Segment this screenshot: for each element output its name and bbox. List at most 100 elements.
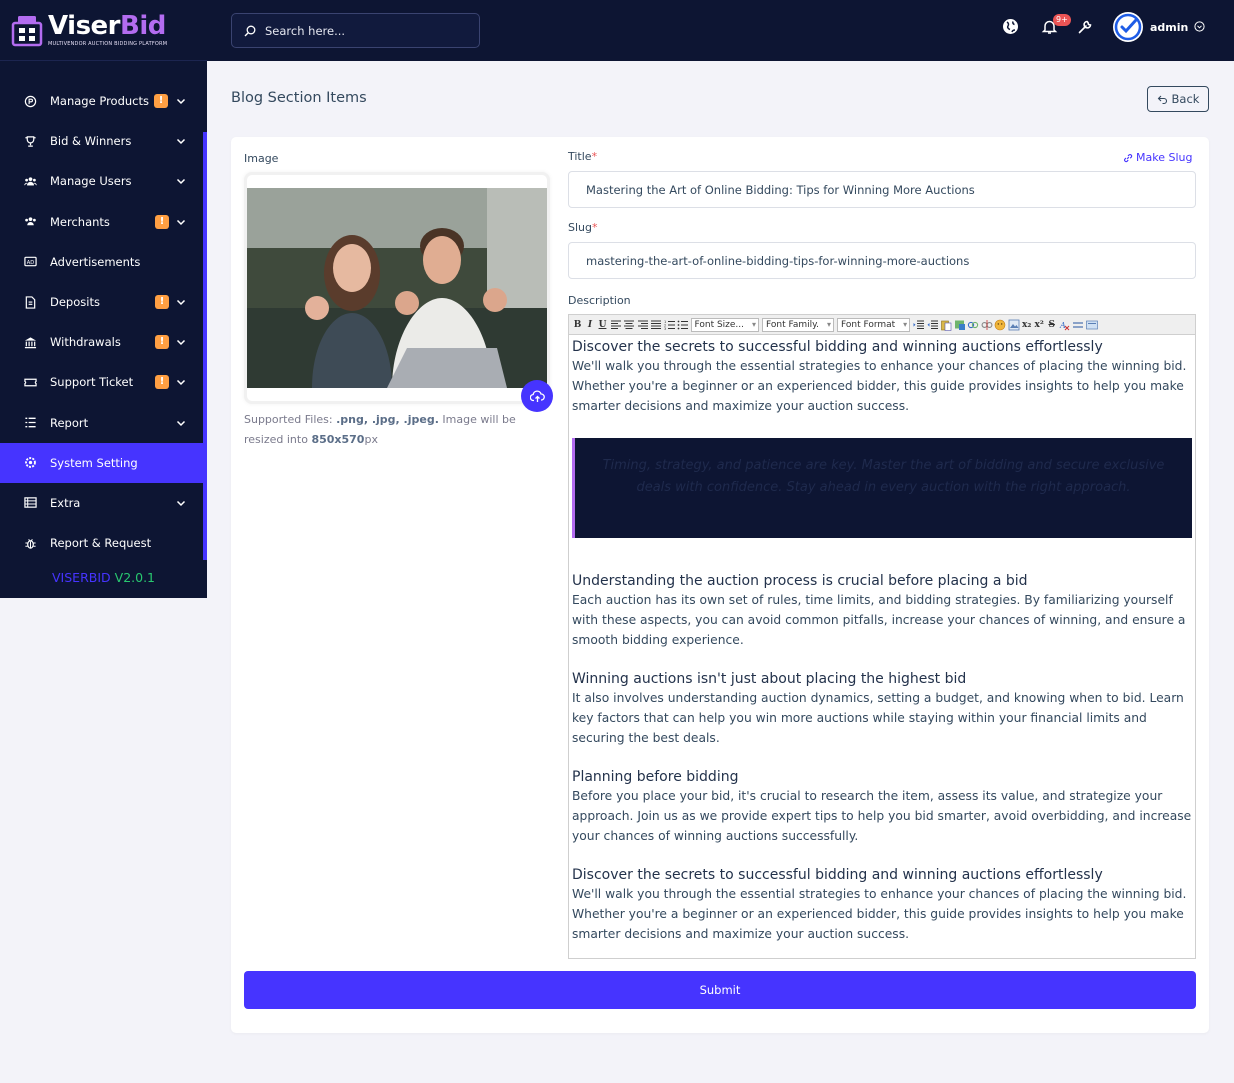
bold-button[interactable]: B bbox=[572, 319, 583, 330]
wrench-icon[interactable] bbox=[1076, 17, 1094, 35]
indent-icon[interactable] bbox=[913, 319, 925, 331]
html-source-icon[interactable] bbox=[1085, 319, 1098, 331]
chevron-down-icon bbox=[176, 219, 186, 225]
check-avatar-icon bbox=[1114, 13, 1142, 41]
ad-icon: AD bbox=[23, 255, 37, 269]
font-format-select[interactable]: Font Format bbox=[837, 317, 911, 332]
align-left-icon[interactable] bbox=[610, 319, 622, 331]
image-insert-icon[interactable] bbox=[954, 319, 966, 331]
avatar[interactable] bbox=[1113, 12, 1143, 42]
sidebar-item-support-ticket[interactable]: Support Ticket ! bbox=[0, 362, 207, 402]
sidebar-item-manage-users[interactable]: Manage Users bbox=[0, 161, 207, 201]
chevron-down-icon bbox=[176, 500, 186, 506]
brand-logo[interactable]: ViserBid MULTIVENDOR AUCTION BIDDING PLA… bbox=[0, 0, 207, 61]
rich-text-editor[interactable]: B I U 123 Font Size... Font Family. Font… bbox=[568, 314, 1196, 959]
unlink-icon[interactable] bbox=[981, 319, 993, 331]
strikethrough-button[interactable]: S bbox=[1046, 319, 1057, 330]
merchants-icon bbox=[23, 215, 37, 229]
warning-badge: ! bbox=[155, 294, 169, 309]
sidebar-item-manage-products[interactable]: Manage Products ! bbox=[0, 81, 207, 121]
server-icon bbox=[23, 496, 37, 510]
settings-icon bbox=[23, 456, 37, 470]
align-justify-icon[interactable] bbox=[650, 319, 662, 331]
sidebar-item-extra[interactable]: Extra bbox=[0, 483, 207, 523]
blog-form-card: Image Supported Files: .png, .jpg, .jpeg… bbox=[231, 137, 1209, 1033]
trophy-icon bbox=[23, 134, 37, 148]
sidebar-item-advertisements[interactable]: AD Advertisements bbox=[0, 242, 207, 282]
search-box[interactable] bbox=[231, 13, 480, 48]
back-button[interactable]: Back bbox=[1147, 86, 1209, 112]
align-right-icon[interactable] bbox=[637, 319, 649, 331]
users-icon bbox=[23, 174, 37, 188]
sidebar-item-label: Manage Users bbox=[50, 174, 132, 189]
sidebar-item-system-setting[interactable]: System Setting bbox=[0, 442, 207, 483]
description-label: Description bbox=[568, 294, 631, 307]
slug-input[interactable] bbox=[568, 242, 1196, 279]
sidebar-item-label: Report bbox=[50, 415, 89, 430]
chevron-down-icon bbox=[176, 179, 186, 185]
editor-toolbar: B I U 123 Font Size... Font Family. Font… bbox=[569, 315, 1195, 335]
product-icon bbox=[23, 94, 37, 108]
chevron-down-circle-icon[interactable] bbox=[1194, 21, 1205, 32]
content-paragraph: Before you place your bid, it's crucial … bbox=[572, 789, 1192, 843]
auction-logo-icon bbox=[11, 16, 43, 47]
sidebar-item-label: Bid & Winners bbox=[50, 134, 132, 149]
back-button-label: Back bbox=[1171, 92, 1200, 106]
font-size-select[interactable]: Font Size... bbox=[690, 317, 760, 332]
horizontal-rule-icon[interactable] bbox=[1072, 319, 1084, 331]
content-heading: Discover the secrets to successful biddi… bbox=[572, 867, 1103, 883]
ordered-list-icon[interactable]: 123 bbox=[664, 319, 676, 331]
warning-badge: ! bbox=[155, 214, 169, 229]
upload-image-button[interactable] bbox=[521, 380, 553, 412]
font-family-select[interactable]: Font Family. bbox=[762, 317, 835, 332]
bug-icon bbox=[23, 536, 37, 550]
sidebar-item-label: Advertisements bbox=[50, 254, 141, 269]
svg-text:3: 3 bbox=[664, 327, 666, 331]
brand-tagline: MULTIVENDOR AUCTION BIDDING PLATFORM bbox=[48, 41, 168, 47]
sidebar-item-report[interactable]: Report bbox=[0, 403, 207, 443]
superscript-button[interactable]: x² bbox=[1034, 319, 1045, 330]
page-title: Blog Section Items bbox=[231, 90, 367, 106]
sidebar-item-label: Merchants bbox=[50, 214, 110, 229]
sidebar-item-merchants[interactable]: Merchants ! bbox=[0, 202, 207, 242]
emoji-icon[interactable] bbox=[994, 319, 1006, 331]
deposit-icon bbox=[23, 295, 37, 309]
editor-content[interactable]: Discover the secrets to successful biddi… bbox=[569, 335, 1195, 944]
content-paragraph: Each auction has its own set of rules, t… bbox=[572, 593, 1186, 647]
search-input[interactable] bbox=[265, 23, 465, 38]
sidebar-item-withdrawals[interactable]: Withdrawals ! bbox=[0, 322, 207, 362]
sidebar-item-bid-winners[interactable]: Bid & Winners bbox=[0, 121, 207, 161]
link-insert-icon[interactable] bbox=[967, 319, 979, 331]
sidebar-item-report-request[interactable]: Report & Request bbox=[0, 523, 207, 563]
unordered-list-icon[interactable] bbox=[677, 319, 689, 331]
svg-text:A: A bbox=[1059, 321, 1066, 330]
sidebar-item-label: Deposits bbox=[50, 295, 100, 310]
report-icon bbox=[23, 416, 37, 430]
content-heading: Planning before bidding bbox=[572, 769, 739, 785]
italic-button[interactable]: I bbox=[585, 319, 596, 330]
outdent-icon[interactable] bbox=[927, 319, 939, 331]
paste-icon[interactable] bbox=[940, 319, 952, 331]
topbar: 9+ admin bbox=[207, 0, 1234, 61]
make-slug-link[interactable]: Make Slug bbox=[1123, 151, 1192, 164]
brand-name: ViserBid bbox=[48, 11, 166, 41]
chevron-down-icon bbox=[176, 420, 186, 426]
media-insert-icon[interactable] bbox=[1008, 319, 1020, 331]
warning-badge: ! bbox=[155, 375, 169, 390]
blog-photo-image bbox=[247, 188, 547, 388]
content-heading: Winning auctions isn't just about placin… bbox=[572, 671, 967, 687]
content-paragraph: It also involves understanding auction d… bbox=[572, 691, 1184, 745]
align-center-icon[interactable] bbox=[623, 319, 635, 331]
submit-button[interactable]: Submit bbox=[244, 971, 1196, 1009]
underline-button[interactable]: U bbox=[597, 319, 608, 330]
sidebar-item-deposits[interactable]: Deposits ! bbox=[0, 282, 207, 322]
title-input[interactable] bbox=[568, 171, 1196, 208]
globe-icon[interactable] bbox=[1001, 17, 1019, 35]
sidebar-item-label: System Setting bbox=[50, 455, 138, 470]
remove-format-icon[interactable]: A bbox=[1059, 319, 1071, 331]
subscript-button[interactable]: x₂ bbox=[1021, 319, 1032, 330]
sidebar-item-label: Extra bbox=[50, 495, 81, 510]
admin-username[interactable]: admin bbox=[1150, 21, 1188, 34]
content-heading: Understanding the auction process is cru… bbox=[572, 573, 1028, 589]
content-paragraph: We'll walk you through the essential str… bbox=[572, 887, 1187, 941]
